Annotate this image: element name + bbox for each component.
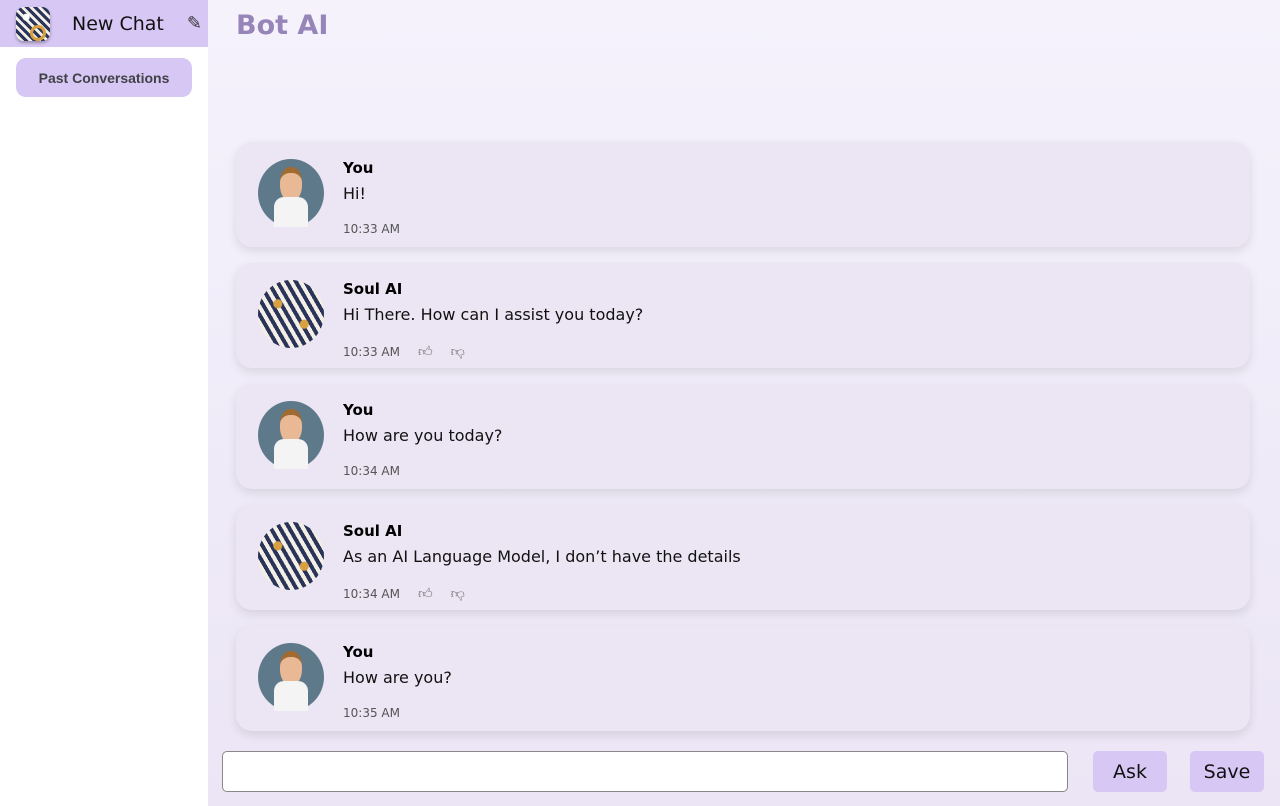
message-text: How are you today? — [343, 426, 503, 445]
ask-button[interactable]: Ask — [1093, 751, 1167, 792]
sender-name: You — [343, 401, 374, 419]
chat-message: Soul AI Hi There. How can I assist you t… — [236, 263, 1250, 368]
sender-name: You — [343, 159, 374, 177]
bot-avatar — [258, 522, 324, 590]
message-text: Hi There. How can I assist you today? — [343, 305, 644, 324]
message-time: 10:33 AM — [343, 222, 400, 236]
chat-message: You Hi! 10:33 AM — [236, 142, 1250, 247]
message-text: How are you? — [343, 668, 452, 687]
message-time: 10:33 AM — [343, 344, 400, 359]
thumbs-down-icon[interactable]: 👎︎ — [451, 585, 465, 602]
chat-message: You How are you today? 10:34 AM — [236, 384, 1250, 489]
logo-icon — [16, 6, 50, 41]
chat-message: Soul AI As an AI Language Model, I don’t… — [236, 505, 1250, 610]
sidebar: New Chat ✎ Past Conversations — [0, 0, 208, 806]
message-time: 10:35 AM — [343, 706, 400, 720]
thumbs-down-icon[interactable]: 👎︎ — [451, 343, 465, 360]
edit-icon[interactable]: ✎ — [187, 13, 202, 34]
sender-name: You — [343, 643, 374, 661]
thumbs-up-icon[interactable]: 👍︎ — [418, 343, 433, 360]
bot-avatar — [258, 280, 324, 348]
message-input[interactable] — [222, 751, 1068, 792]
thumbs-up-icon[interactable]: 👍︎ — [418, 585, 433, 602]
sender-name: Soul AI — [343, 280, 403, 298]
user-avatar — [258, 401, 324, 469]
message-time: 10:34 AM — [343, 464, 400, 478]
chat-message: You How are you? 10:35 AM — [236, 626, 1250, 731]
message-text: As an AI Language Model, I don’t have th… — [343, 547, 741, 566]
message-text: Hi! — [343, 184, 366, 203]
new-chat-header[interactable]: New Chat ✎ — [0, 0, 208, 47]
user-avatar — [258, 159, 324, 227]
user-avatar — [258, 643, 324, 711]
past-conversations-button[interactable]: Past Conversations — [16, 58, 192, 97]
save-button[interactable]: Save — [1190, 751, 1264, 792]
message-time: 10:34 AM — [343, 586, 400, 601]
sender-name: Soul AI — [343, 522, 403, 540]
page-title: Bot AI — [236, 10, 329, 41]
new-chat-label[interactable]: New Chat — [72, 13, 187, 35]
chat-main: Bot AI You Hi! 10:33 AM Soul AI Hi There… — [208, 0, 1280, 806]
